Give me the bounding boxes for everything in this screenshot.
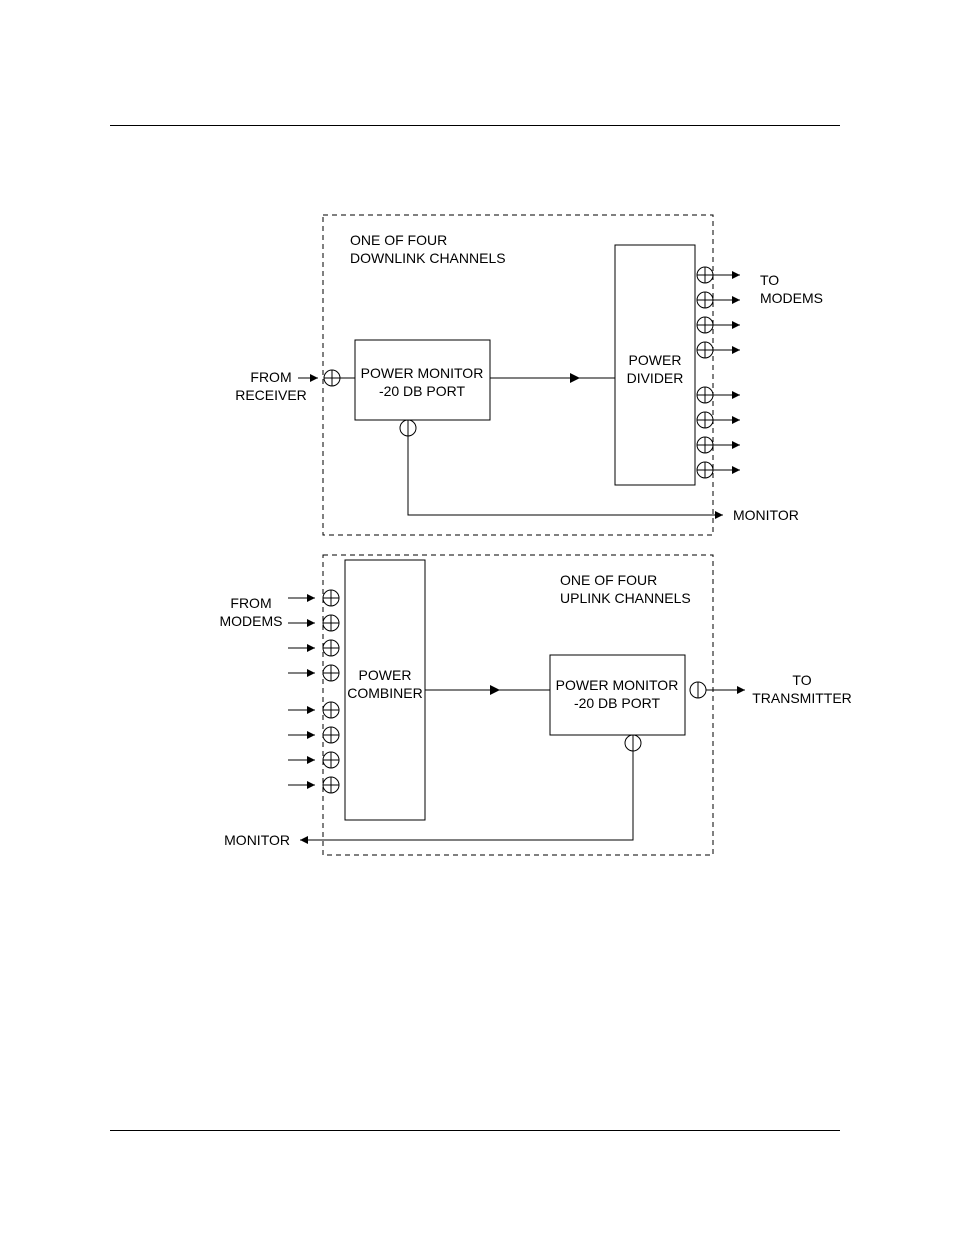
- diagram-svg: ONE OF FOUR DOWNLINK CHANNELS FROM RECEI…: [0, 0, 954, 1235]
- pm-up-l2: -20 DB PORT: [574, 695, 661, 711]
- divider-outputs: [697, 267, 740, 478]
- arrow-out-uplink: [737, 686, 745, 694]
- arrow-monitor-up: [300, 836, 308, 844]
- uplink-note-1: ONE OF FOUR: [560, 572, 657, 588]
- arrow-pm-to-div: [570, 373, 580, 383]
- monitor-label-up: MONITOR: [224, 832, 290, 848]
- from-modems-2: MODEMS: [220, 613, 283, 629]
- to-modems-1: TO: [760, 272, 779, 288]
- combiner-l1: POWER: [359, 667, 412, 683]
- to-modems-2: MODEMS: [760, 290, 823, 306]
- pm-down-l2: -20 DB PORT: [379, 383, 466, 399]
- from-receiver-2: RECEIVER: [235, 387, 307, 403]
- from-receiver-1: FROM: [250, 369, 291, 385]
- combiner-l2: COMBINER: [347, 685, 422, 701]
- to-transmitter-2: TRANSMITTER: [752, 690, 852, 706]
- downlink-note-1: ONE OF FOUR: [350, 232, 447, 248]
- downlink-note-2: DOWNLINK CHANNELS: [350, 250, 506, 266]
- uplink-note-2: UPLINK CHANNELS: [560, 590, 691, 606]
- to-transmitter-1: TO: [792, 672, 811, 688]
- divider-l2: DIVIDER: [627, 370, 684, 386]
- divider-l1: POWER: [629, 352, 682, 368]
- wire-monitor-down: [408, 436, 723, 515]
- arrow-comb-to-pm: [490, 685, 500, 695]
- combiner-inputs: [288, 590, 339, 793]
- monitor-label-down: MONITOR: [733, 507, 799, 523]
- arrow-monitor-down: [715, 511, 723, 519]
- arrow-in-downlink: [310, 374, 318, 382]
- from-modems-1: FROM: [230, 595, 271, 611]
- pm-down-l1: POWER MONITOR: [361, 365, 484, 381]
- pm-up-l1: POWER MONITOR: [556, 677, 679, 693]
- wire-monitor-up: [300, 751, 633, 840]
